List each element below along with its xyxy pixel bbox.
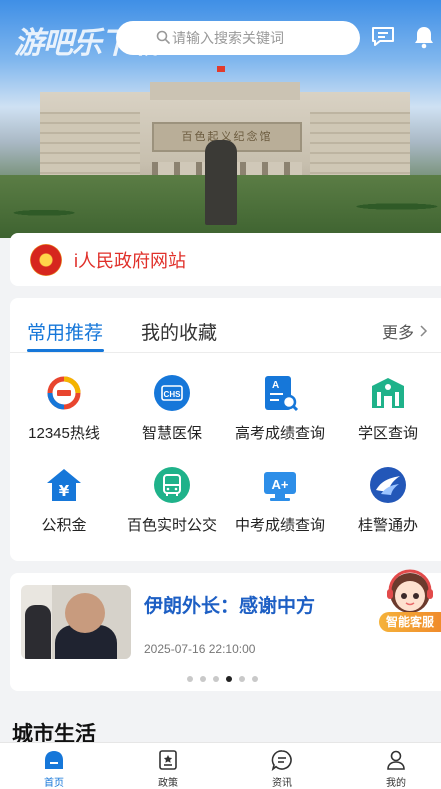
carousel-dot[interactable] xyxy=(252,676,258,682)
service-item-guangxi-police[interactable]: 桂警通办 xyxy=(334,460,441,540)
flag xyxy=(217,66,225,72)
school-district-icon xyxy=(372,378,404,408)
statue xyxy=(205,140,237,225)
carousel-dot[interactable] xyxy=(187,676,193,682)
services-tabs: 常用推荐 我的收藏 更多 xyxy=(10,298,441,353)
zhongkao-score-icon: A+ xyxy=(264,472,296,501)
news-icon xyxy=(271,750,292,771)
svg-text:¥: ¥ xyxy=(59,482,70,500)
chevron-right-icon xyxy=(420,325,428,337)
svg-text:A: A xyxy=(272,380,279,391)
news-carousel[interactable]: 伊朗外长：感谢中方 2025-07-16 22:10:00 xyxy=(10,573,441,691)
government-website-text: i人民政府网站 xyxy=(74,250,186,271)
hotline-12345-icon xyxy=(47,376,81,410)
active-tab-indicator xyxy=(27,349,104,352)
svg-text:CHS: CHS xyxy=(164,390,182,399)
bus-icon xyxy=(154,467,190,503)
service-item-smart-medical-insurance[interactable]: CHS 智慧医保 xyxy=(118,368,226,448)
service-item-zhongkao-score[interactable]: A+ 中考成绩查询 xyxy=(226,460,334,540)
news-timestamp: 2025-07-16 22:10:00 xyxy=(144,642,256,656)
service-item-school-district[interactable]: 学区查询 xyxy=(334,368,441,448)
carousel-dot-active[interactable] xyxy=(226,676,232,682)
search-icon xyxy=(156,30,170,44)
more-button[interactable]: 更多 xyxy=(382,319,430,343)
service-item-baise-realtime-bus[interactable]: 百色实时公交 xyxy=(118,460,226,540)
gaokao-score-icon: A xyxy=(265,376,299,412)
profile-icon xyxy=(387,750,405,770)
search-placeholder: 请输入搜索关键词 xyxy=(172,30,284,46)
policy-icon xyxy=(159,750,177,770)
carousel-dot[interactable] xyxy=(239,676,245,682)
carousel-dot[interactable] xyxy=(213,676,219,682)
home-icon xyxy=(45,751,63,769)
police-service-icon xyxy=(370,467,406,503)
service-item-gaokao-score[interactable]: A 高考成绩查询 xyxy=(226,368,334,448)
service-item-housing-fund[interactable]: ¥ 公积金 xyxy=(10,460,118,540)
nav-news[interactable]: 资讯 xyxy=(252,749,312,789)
news-thumbnail xyxy=(21,585,131,659)
national-emblem-icon xyxy=(30,243,62,276)
more-label: 更多 xyxy=(382,325,415,342)
nav-profile[interactable]: 我的 xyxy=(366,749,426,789)
service-item-12345-hotline[interactable]: 12345热线 xyxy=(10,368,118,448)
search-bar[interactable]: 请输入搜索关键词 xyxy=(116,21,360,55)
bottom-nav: 首页 政策 资讯 我的 xyxy=(0,742,441,789)
nav-home[interactable]: 首页 xyxy=(24,749,84,789)
carousel-dot[interactable] xyxy=(200,676,206,682)
bell-icon[interactable] xyxy=(411,24,437,50)
tab-common-recommend[interactable]: 常用推荐 xyxy=(27,318,103,345)
svg-text:A+: A+ xyxy=(272,477,289,492)
tab-my-favorites[interactable]: 我的收藏 xyxy=(141,318,217,345)
carousel-dots xyxy=(187,676,258,682)
medical-insurance-icon: CHS xyxy=(154,375,190,411)
housing-fund-icon: ¥ xyxy=(47,469,81,501)
assistant-button[interactable]: 智能客服 xyxy=(379,612,441,632)
services-card: 常用推荐 我的收藏 更多 12345热线 CHS 智慧医保 A 高考成绩查询 学… xyxy=(10,298,441,561)
government-website-banner[interactable]: i人民政府网站 xyxy=(10,233,441,286)
news-title[interactable]: 伊朗外长：感谢中方 xyxy=(144,591,315,618)
message-icon[interactable] xyxy=(370,24,396,50)
nav-policy[interactable]: 政策 xyxy=(138,749,198,789)
